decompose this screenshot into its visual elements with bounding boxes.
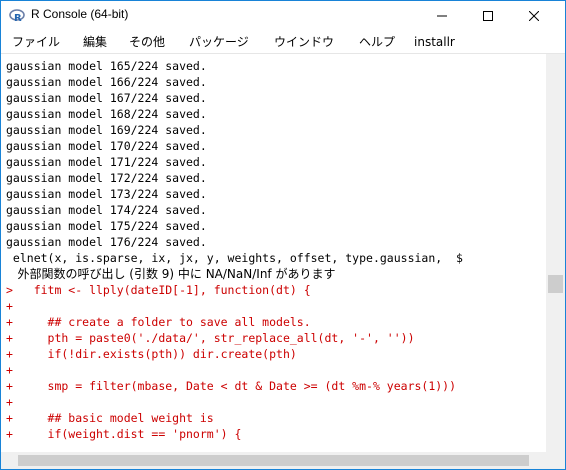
- menu-bar: ファイル 編集 その他 パッケージ ウインドウ ヘルプ installr: [1, 31, 565, 54]
- console-output-line: gaussian model 166/224 saved.: [6, 75, 207, 89]
- console-input-line: + if(!dir.exists(pth)) dir.create(pth): [6, 347, 297, 361]
- console-input-line: + smp = filter(mbase, Date < dt & Date >…: [6, 379, 457, 393]
- title-bar[interactable]: R R Console (64-bit): [1, 1, 565, 31]
- console-input-line: +: [6, 363, 13, 377]
- menu-installr[interactable]: installr: [414, 33, 455, 51]
- console-output-line: gaussian model 175/224 saved.: [6, 219, 207, 233]
- menu-misc[interactable]: その他: [129, 33, 165, 51]
- console-output-line: gaussian model 174/224 saved.: [6, 203, 207, 217]
- r-console-window: R R Console (64-bit) ファイル 編集 その他 パッケージ ウ…: [0, 0, 566, 470]
- menu-file[interactable]: ファイル: [12, 33, 60, 51]
- console-output[interactable]: gaussian model 165/224 saved. gaussian mo…: [1, 54, 546, 452]
- console-output-line: gaussian model 173/224 saved.: [6, 187, 207, 201]
- horizontal-scroll-thumb[interactable]: [18, 455, 529, 466]
- console-output-line: elnet(x, is.sparse, ix, jx, y, weights, …: [6, 251, 463, 265]
- menu-windows[interactable]: ウインドウ: [274, 33, 334, 51]
- console-output-line: gaussian model 169/224 saved.: [6, 123, 207, 137]
- console-input-line: > fitm <- llply(dateID[-1], function(dt)…: [6, 283, 311, 297]
- console-output-line: gaussian model 168/224 saved.: [6, 107, 207, 121]
- close-button[interactable]: [511, 1, 557, 31]
- maximize-button[interactable]: [465, 1, 511, 31]
- console-input-line: +: [6, 395, 13, 409]
- console-output-line: gaussian model 165/224 saved.: [6, 59, 207, 73]
- console-output-line: 外部関数の呼び出し (引数 9) 中に NA/NaN/Inf があります: [6, 267, 336, 281]
- console-output-line: gaussian model 167/224 saved.: [6, 91, 207, 105]
- menu-edit[interactable]: 編集: [83, 33, 107, 51]
- vertical-scroll-thumb[interactable]: [548, 275, 563, 293]
- console-output-line: gaussian model 171/224 saved.: [6, 155, 207, 169]
- console-input-line: +: [6, 299, 13, 313]
- console-input-line: + pth = paste0('./data/', str_replace_al…: [6, 331, 415, 345]
- window-title: R Console (64-bit): [31, 7, 129, 21]
- minimize-icon: [437, 15, 447, 17]
- console-output-line: gaussian model 172/224 saved.: [6, 171, 207, 185]
- svg-text:R: R: [14, 13, 22, 24]
- menu-packages[interactable]: パッケージ: [189, 33, 249, 51]
- r-logo-icon: R: [9, 9, 25, 24]
- scrollbar-corner: [546, 452, 565, 469]
- horizontal-scrollbar[interactable]: [1, 452, 546, 469]
- vertical-scrollbar[interactable]: [546, 54, 565, 452]
- maximize-icon: [483, 11, 493, 21]
- close-icon: [529, 11, 539, 21]
- console-output-line: gaussian model 170/224 saved.: [6, 139, 207, 153]
- minimize-button[interactable]: [419, 1, 465, 31]
- console-input-line: + ## basic model weight is: [6, 411, 214, 425]
- console-input-line: + ## create a folder to save all models.: [6, 315, 311, 329]
- menu-help[interactable]: ヘルプ: [359, 33, 395, 51]
- console-output-line: gaussian model 176/224 saved.: [6, 235, 207, 249]
- console-input-line: + if(weight.dist == 'pnorm') {: [6, 427, 242, 441]
